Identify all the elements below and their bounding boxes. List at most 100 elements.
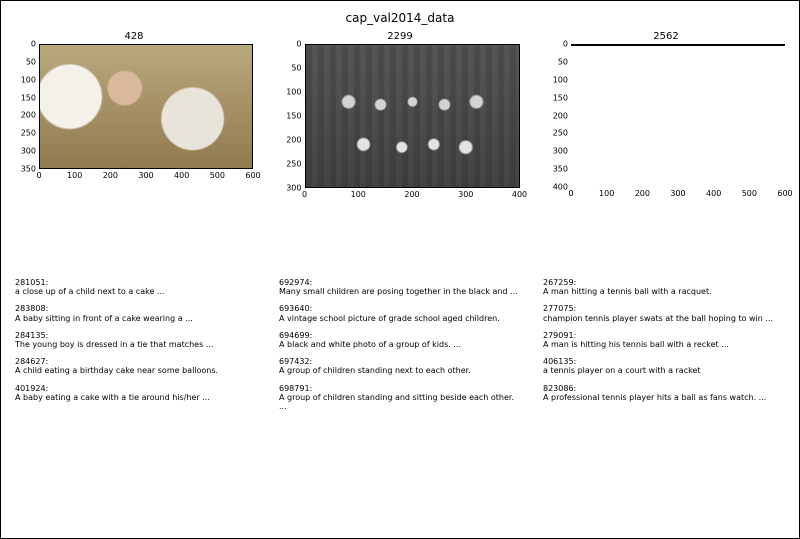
caption-text: A black and white photo of a group of ki…: [279, 340, 521, 349]
x-tick: 300: [138, 171, 153, 180]
caption-item: 279091:A man is hitting his tennis ball …: [543, 331, 785, 349]
plots-row: 4280501001502002503003500100200300400500…: [15, 31, 785, 188]
caption-text: A baby sitting in front of a cake wearin…: [15, 314, 257, 323]
y-tick: 0: [296, 40, 301, 49]
x-tick: 400: [706, 189, 721, 198]
x-tick: 200: [404, 190, 419, 199]
y-tick: 300: [553, 147, 568, 156]
subplot-1: 22990501001502002503000100200300400: [281, 31, 520, 188]
caption-text: A man is hitting his tennis ball with a …: [543, 340, 785, 349]
axes: 0501001502002503000100200300400: [305, 44, 520, 188]
y-tick: 200: [286, 136, 301, 145]
caption-id: 401924:: [15, 384, 257, 393]
y-tick: 400: [553, 183, 568, 192]
y-tick: 200: [21, 111, 36, 120]
y-tick: 200: [553, 111, 568, 120]
caption-text: A group of children standing and sitting…: [279, 393, 521, 411]
overlay-olympus: OLYMPUS: [692, 44, 733, 45]
axes: WTAOLYMPUS050100150200250300350400010020…: [571, 44, 785, 187]
caption-id: 692974:: [279, 278, 521, 287]
y-tick: 150: [286, 112, 301, 121]
caption-item: 281051:a close up of a child next to a c…: [15, 278, 257, 296]
caption-text: Many small children are posing together …: [279, 287, 521, 296]
caption-id: 277075:: [543, 304, 785, 313]
caption-item: 692974:Many small children are posing to…: [279, 278, 521, 296]
image-placeholder: [39, 44, 253, 169]
overlay-wta: WTA: [578, 45, 603, 46]
x-tick: 200: [103, 171, 118, 180]
x-tick: 100: [599, 189, 614, 198]
figure-frame: cap_val2014_data 42805010015020025030035…: [0, 0, 800, 539]
y-tick: 350: [553, 165, 568, 174]
caption-item: 401924:A baby eating a cake with a tie a…: [15, 384, 257, 402]
y-tick: 50: [558, 57, 568, 66]
subplot-2: 2562WTAOLYMPUS05010015020025030035040001…: [547, 31, 785, 187]
x-tick: 0: [568, 189, 573, 198]
caption-column-0: 281051:a close up of a child next to a c…: [15, 278, 257, 419]
x-tick: 500: [210, 171, 225, 180]
y-tick: 300: [21, 147, 36, 156]
x-tick: 200: [635, 189, 650, 198]
caption-column-2: 267259:A man hitting a tennis ball with …: [543, 278, 785, 419]
caption-item: 284135:The young boy is dressed in a tie…: [15, 331, 257, 349]
subplot-0: 4280501001502002503003500100200300400500…: [15, 31, 253, 169]
x-tick: 400: [512, 190, 527, 199]
captions-row: 281051:a close up of a child next to a c…: [15, 278, 785, 419]
caption-id: 284135:: [15, 331, 257, 340]
x-tick: 300: [458, 190, 473, 199]
y-tick: 50: [291, 64, 301, 73]
caption-text: A vintage school picture of grade school…: [279, 314, 521, 323]
caption-text: A baby eating a cake with a tie around h…: [15, 393, 257, 402]
y-tick: 100: [21, 75, 36, 84]
image-placeholder: [305, 44, 520, 188]
caption-item: 283808:A baby sitting in front of a cake…: [15, 304, 257, 322]
y-tick: 0: [563, 40, 568, 49]
caption-id: 823086:: [543, 384, 785, 393]
caption-id: 279091:: [543, 331, 785, 340]
caption-item: 823086:A professional tennis player hits…: [543, 384, 785, 402]
y-tick: 150: [21, 93, 36, 102]
x-tick: 100: [351, 190, 366, 199]
caption-id: 267259:: [543, 278, 785, 287]
caption-text: A man hitting a tennis ball with a racqu…: [543, 287, 785, 296]
caption-text: champion tennis player swats at the ball…: [543, 314, 785, 323]
x-tick: 500: [742, 189, 757, 198]
x-tick: 600: [777, 189, 792, 198]
caption-item: 698791:A group of children standing and …: [279, 384, 521, 412]
caption-id: 697432:: [279, 357, 521, 366]
caption-id: 698791:: [279, 384, 521, 393]
caption-id: 283808:: [15, 304, 257, 313]
caption-item: 406135:a tennis player on a court with a…: [543, 357, 785, 375]
caption-item: 694699:A black and white photo of a grou…: [279, 331, 521, 349]
caption-id: 284627:: [15, 357, 257, 366]
caption-text: A child eating a birthday cake near some…: [15, 366, 257, 375]
subplot-title: 428: [15, 31, 253, 42]
x-tick: 100: [67, 171, 82, 180]
caption-item: 277075:champion tennis player swats at t…: [543, 304, 785, 322]
x-tick: 0: [36, 171, 41, 180]
caption-id: 693640:: [279, 304, 521, 313]
x-tick: 300: [670, 189, 685, 198]
y-tick: 50: [26, 57, 36, 66]
x-tick: 400: [174, 171, 189, 180]
caption-text: A professional tennis player hits a ball…: [543, 393, 785, 402]
y-tick: 100: [286, 88, 301, 97]
y-tick: 250: [553, 129, 568, 138]
caption-id: 281051:: [15, 278, 257, 287]
caption-item: 697432:A group of children standing next…: [279, 357, 521, 375]
caption-id: 694699:: [279, 331, 521, 340]
y-tick: 250: [21, 129, 36, 138]
y-tick: 100: [553, 75, 568, 84]
y-tick: 300: [286, 184, 301, 193]
y-tick: 250: [286, 160, 301, 169]
subplot-title: 2562: [547, 31, 785, 42]
x-tick: 0: [302, 190, 307, 199]
x-tick: 600: [245, 171, 260, 180]
y-tick: 0: [31, 40, 36, 49]
caption-column-1: 692974:Many small children are posing to…: [279, 278, 521, 419]
caption-id: 406135:: [543, 357, 785, 366]
caption-item: 284627:A child eating a birthday cake ne…: [15, 357, 257, 375]
caption-text: a close up of a child next to a cake ...: [15, 287, 257, 296]
caption-item: 693640:A vintage school picture of grade…: [279, 304, 521, 322]
y-tick: 350: [21, 165, 36, 174]
